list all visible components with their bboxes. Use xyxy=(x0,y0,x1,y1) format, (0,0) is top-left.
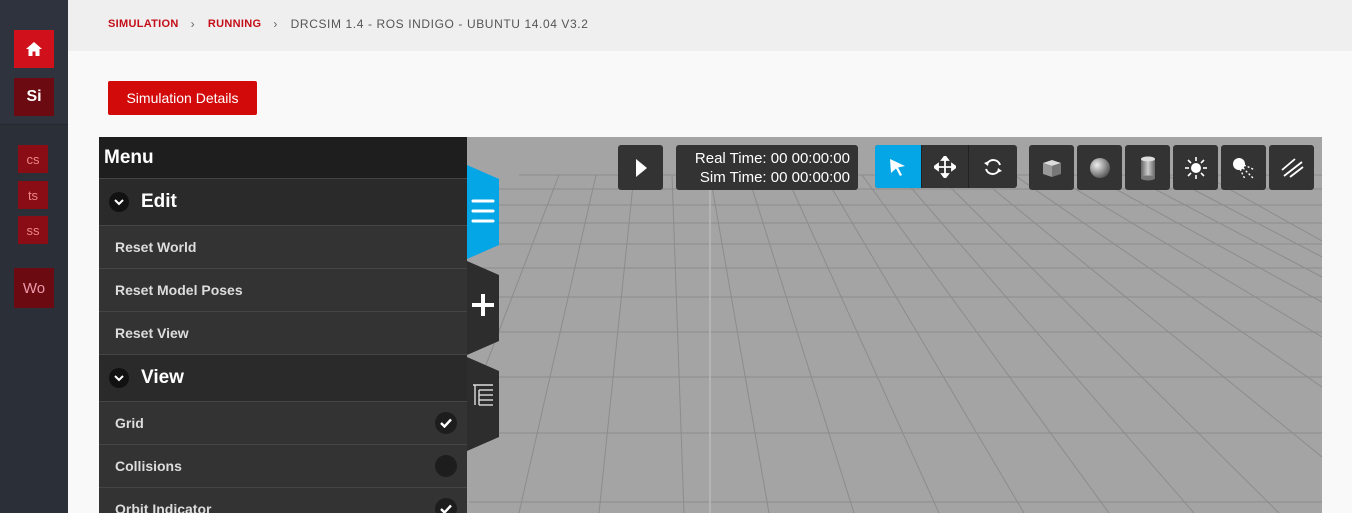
breadcrumb-simulation[interactable]: SIMULATION xyxy=(108,18,179,30)
translate-mode-button[interactable] xyxy=(922,145,969,188)
cylinder-icon xyxy=(1140,156,1155,180)
grid-toggle[interactable] xyxy=(435,412,457,434)
menu-title: Menu xyxy=(99,137,467,178)
orbit-indicator-toggle[interactable] xyxy=(435,498,457,513)
menu-section-label: View xyxy=(141,367,184,388)
move-icon xyxy=(934,155,956,178)
shape-toolbar xyxy=(1029,145,1317,190)
nav-group-main: Si xyxy=(0,0,68,124)
breadcrumb-running[interactable]: RUNNING xyxy=(208,18,261,30)
menu-item-label: Reset View xyxy=(115,325,189,341)
breadcrumb-chevron-icon: › xyxy=(273,17,278,31)
menu-item-reset-world[interactable]: Reset World xyxy=(99,225,467,268)
arrow-cursor-icon xyxy=(890,158,905,176)
nav-wo-button[interactable]: Wo xyxy=(14,268,54,308)
menu-section-view[interactable]: View xyxy=(99,354,467,401)
menu-panel: Menu Edit Reset World Reset Model Poses … xyxy=(99,137,467,513)
sphere-button[interactable] xyxy=(1077,145,1122,190)
checkmark-icon xyxy=(440,418,452,428)
spotlight-icon xyxy=(1232,157,1255,179)
menu-item-orbit-indicator[interactable]: Orbit Indicator xyxy=(99,487,467,513)
real-time-readout: Real Time: 00 00:00:00 xyxy=(694,149,850,167)
menu-section-label: Edit xyxy=(141,191,177,212)
simulation-details-button[interactable]: Simulation Details xyxy=(108,81,257,115)
menu-item-collisions[interactable]: Collisions xyxy=(99,444,467,487)
breadcrumb-current: DRCSIM 1.4 - ROS INDIGO - UBUNTU 14.04 V… xyxy=(290,17,589,31)
home-icon xyxy=(26,42,42,56)
time-display: Real Time: 00 00:00:00 Sim Time: 00 00:0… xyxy=(676,145,858,190)
menu-section-edit[interactable]: Edit xyxy=(99,178,467,225)
simulation-viewport[interactable]: Menu Edit Reset World Reset Model Poses … xyxy=(99,137,1322,513)
cylinder-button[interactable] xyxy=(1125,145,1170,190)
nav-group-secondary: cs ts ss xyxy=(0,124,68,258)
breadcrumb-bar: SIMULATION › RUNNING › DRCSIM 1.4 - ROS … xyxy=(68,0,1352,51)
menu-item-label: Reset World xyxy=(115,239,197,255)
tab-menu[interactable] xyxy=(467,165,499,259)
play-button[interactable] xyxy=(618,145,663,190)
box-button[interactable] xyxy=(1029,145,1074,190)
home-button[interactable] xyxy=(14,30,54,68)
spot-light-button[interactable] xyxy=(1221,145,1266,190)
box-icon xyxy=(1042,159,1061,177)
chevron-down-icon xyxy=(109,368,129,388)
point-light-button[interactable] xyxy=(1173,145,1218,190)
breadcrumb-chevron-icon: › xyxy=(190,17,195,31)
nav-ss-button[interactable]: ss xyxy=(18,216,48,244)
rotate-icon xyxy=(983,158,1002,175)
chevron-down-icon xyxy=(109,192,129,212)
nav-ts-button[interactable]: ts xyxy=(18,181,48,209)
rotate-mode-button[interactable] xyxy=(969,145,1016,188)
mode-toolbar xyxy=(875,145,1017,188)
select-mode-button[interactable] xyxy=(875,145,922,188)
sun-icon xyxy=(1184,156,1207,179)
menu-item-reset-model-poses[interactable]: Reset Model Poses xyxy=(99,268,467,311)
play-icon xyxy=(635,158,647,177)
breadcrumb: SIMULATION › RUNNING › DRCSIM 1.4 - ROS … xyxy=(108,17,589,31)
directional-light-button[interactable] xyxy=(1269,145,1314,190)
menu-item-label: Reset Model Poses xyxy=(115,282,243,298)
directional-light-icon xyxy=(1280,157,1304,178)
menu-item-label: Orbit Indicator xyxy=(115,501,212,513)
sphere-icon xyxy=(1089,157,1110,178)
collisions-toggle[interactable] xyxy=(435,455,457,477)
menu-item-grid[interactable]: Grid xyxy=(99,401,467,444)
tab-tree[interactable] xyxy=(467,357,499,451)
nav-cs-button[interactable]: cs xyxy=(18,145,48,173)
checkmark-icon xyxy=(440,504,452,513)
nav-si-button[interactable]: Si xyxy=(14,78,54,116)
menu-item-reset-view[interactable]: Reset View xyxy=(99,311,467,354)
tab-insert[interactable] xyxy=(467,261,499,355)
sim-time-readout: Sim Time: 00 00:00:00 xyxy=(699,168,850,186)
menu-item-label: Collisions xyxy=(115,458,182,474)
menu-item-label: Grid xyxy=(115,415,144,431)
left-nav: Si cs ts ss Wo xyxy=(0,0,68,513)
